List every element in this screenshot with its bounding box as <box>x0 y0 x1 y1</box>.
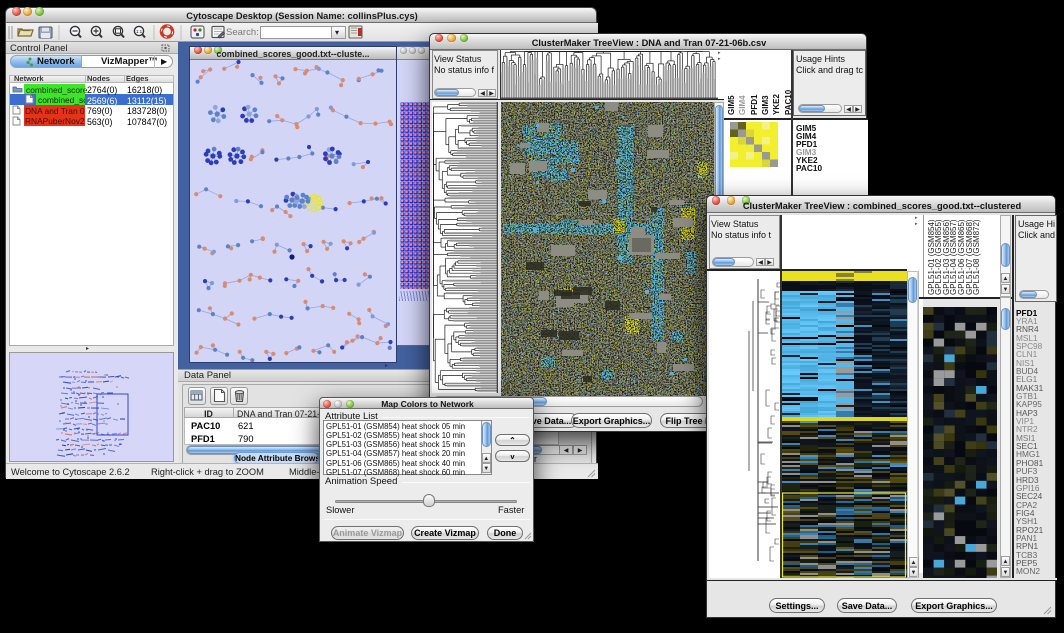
svg-text:1:1: 1:1 <box>136 29 143 34</box>
